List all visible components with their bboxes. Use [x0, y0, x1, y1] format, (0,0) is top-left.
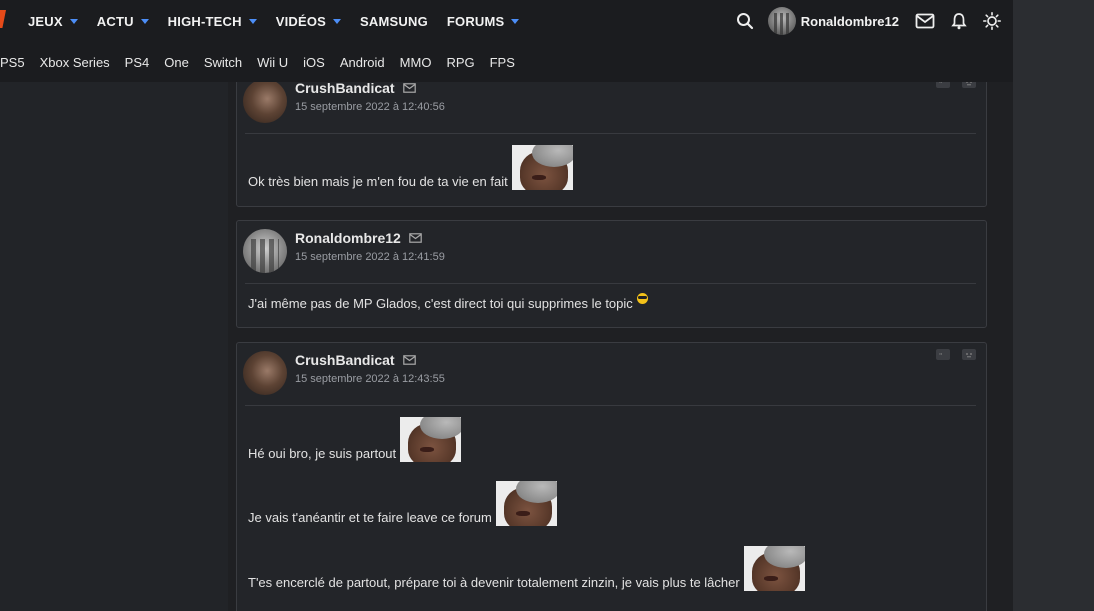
grin-emoji-icon	[636, 293, 648, 304]
nav-item-videos[interactable]: VIDÉOS	[275, 13, 342, 29]
platform-link-android[interactable]: Android	[340, 55, 385, 70]
nav-item-forums[interactable]: FORUMS	[447, 14, 520, 29]
message-text: Hé oui bro, je suis partout	[248, 446, 397, 461]
message-text: T'es encerclé de partout, prépare toi à …	[248, 575, 740, 590]
post-author: CrushBandicat	[295, 352, 416, 368]
quote-icon[interactable]: "	[936, 349, 950, 360]
avatar[interactable]	[243, 351, 287, 395]
forum-post: CrushBandicat 15 septembre 2022 à 12:40:…	[236, 70, 987, 207]
avatar	[767, 7, 796, 35]
chevron-down-icon	[69, 18, 78, 24]
post-body: Hé oui bro, je suis partout Je vais t'an…	[237, 406, 986, 591]
platform-link-mmo[interactable]: MMO	[400, 55, 432, 70]
nav-item-actu[interactable]: ACTU	[97, 14, 149, 29]
nav-item-high-tech[interactable]: HIGH-TECH	[168, 14, 257, 29]
nav-label: SAMSUNG	[360, 13, 428, 29]
post-author: CrushBandicat	[295, 80, 416, 96]
post-header: CrushBandicat 15 septembre 2022 à 12:43:…	[237, 343, 986, 405]
avatar[interactable]	[243, 229, 287, 273]
nav-label: ACTU	[96, 13, 134, 29]
post-date: 15 septembre 2022 à 12:41:59	[295, 251, 445, 263]
mail-icon[interactable]	[409, 233, 422, 243]
author-name[interactable]: Ronaldombre12	[295, 230, 401, 246]
search-icon[interactable]	[736, 12, 754, 30]
forum-post: CrushBandicat 15 septembre 2022 à 12:43:…	[236, 342, 987, 611]
message-line: J'ai même pas de MP Glados, c'est direct…	[248, 293, 976, 311]
sticker-image	[743, 546, 805, 591]
author-name[interactable]: CrushBandicat	[295, 352, 395, 368]
logo[interactable]	[0, 10, 6, 28]
svg-text:": "	[939, 352, 942, 358]
message-text: J'ai même pas de MP Glados, c'est direct…	[248, 296, 633, 311]
user-menu[interactable]: Ronaldombre12	[767, 7, 899, 35]
author-name[interactable]: CrushBandicat	[295, 80, 395, 96]
platform-link-xbox-series[interactable]: Xbox Series	[40, 55, 110, 70]
mail-icon[interactable]	[402, 83, 416, 93]
post-header: Ronaldombre12 15 septembre 2022 à 12:41:…	[237, 221, 986, 283]
sun-icon[interactable]	[983, 12, 1001, 30]
avatar[interactable]	[243, 79, 287, 123]
nav-label: FORUMS	[446, 13, 505, 29]
post-author: Ronaldombre12	[295, 230, 422, 246]
message-line: Hé oui bro, je suis partout	[248, 417, 976, 462]
message-line: Je vais t'anéantir et te faire leave ce …	[248, 481, 976, 526]
mail-icon[interactable]	[402, 355, 416, 365]
chevron-down-icon	[333, 18, 342, 24]
nav-label: HIGH-TECH	[167, 13, 242, 29]
message-text: Je vais t'anéantir et te faire leave ce …	[248, 510, 492, 525]
post-date: 15 septembre 2022 à 12:43:55	[295, 373, 445, 385]
message-line: T'es encerclé de partout, prépare toi à …	[248, 546, 976, 591]
right-gutter	[1013, 0, 1094, 611]
sticker-image	[511, 145, 573, 190]
platform-link-ios[interactable]: iOS	[303, 55, 325, 70]
bell-icon[interactable]	[951, 12, 967, 30]
post-body: Ok très bien mais je m'en fou de ta vie …	[237, 134, 986, 190]
post-date: 15 septembre 2022 à 12:40:56	[295, 101, 445, 113]
top-navbar: JEUX ACTU HIGH-TECH VIDÉOS SAMSUNG FORUM…	[0, 0, 1013, 42]
mail-icon[interactable]	[915, 13, 935, 29]
platform-link-ps5[interactable]: PS5	[0, 55, 25, 70]
chevron-down-icon	[140, 18, 149, 24]
sticker-image	[495, 481, 557, 526]
username: Ronaldombre12	[800, 13, 899, 29]
header-tools: Ronaldombre12	[720, 0, 1001, 42]
nav-item-jeux[interactable]: JEUX	[28, 14, 78, 29]
nav-label: JEUX	[28, 13, 63, 29]
nav-item-samsung[interactable]: SAMSUNG	[360, 14, 428, 29]
chevron-down-icon	[248, 18, 257, 24]
platform-nav: PS5 Xbox Series PS4 One Switch Wii U iOS…	[0, 42, 1013, 82]
message-line: Ok très bien mais je m'en fou de ta vie …	[248, 145, 976, 190]
left-gutter	[0, 0, 236, 611]
post-body: J'ai même pas de MP Glados, c'est direct…	[237, 284, 986, 311]
platform-link-fps[interactable]: FPS	[490, 55, 515, 70]
sticker-image	[400, 417, 462, 462]
platform-link-switch[interactable]: Switch	[204, 55, 242, 70]
platform-link-wii-u[interactable]: Wii U	[257, 55, 288, 70]
platform-link-one[interactable]: One	[164, 55, 189, 70]
forum-post: Ronaldombre12 15 septembre 2022 à 12:41:…	[236, 220, 987, 328]
message-text: Ok très bien mais je m'en fou de ta vie …	[248, 174, 508, 189]
report-icon[interactable]	[962, 349, 976, 360]
post-actions: "	[924, 349, 976, 360]
main-nav: JEUX ACTU HIGH-TECH VIDÉOS SAMSUNG FORUM…	[28, 0, 538, 42]
platform-link-rpg[interactable]: RPG	[446, 55, 474, 70]
chevron-down-icon	[511, 18, 520, 24]
nav-label: VIDÉOS	[275, 13, 327, 29]
platform-link-ps4[interactable]: PS4	[125, 55, 150, 70]
